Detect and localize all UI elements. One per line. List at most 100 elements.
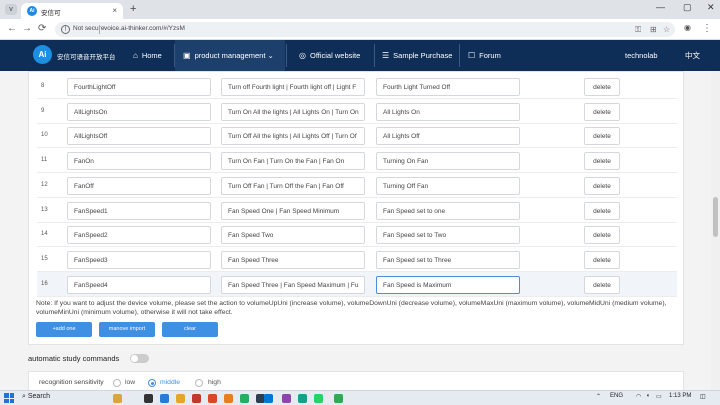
battery-icon[interactable]: ▭ — [656, 393, 662, 400]
page-scrollbar[interactable] — [711, 71, 720, 390]
chrome-icon[interactable] — [240, 394, 249, 403]
voice-phrase-input[interactable]: Fan Speed Two — [221, 226, 365, 244]
ai-thinker-logo[interactable]: Ai — [33, 45, 52, 64]
forward-icon[interactable]: → — [22, 23, 32, 34]
reply-input[interactable]: Turning On Fan — [376, 152, 520, 170]
delete-button[interactable]: delete — [584, 276, 620, 294]
voice-phrase-input[interactable]: Fan Speed Three — [221, 251, 365, 269]
nav-home[interactable]: ⌂ Home — [125, 40, 170, 71]
task-view-icon[interactable] — [144, 394, 153, 403]
voice-phrase-input[interactable]: Turn off Fourth light | Fourth light off… — [221, 78, 365, 96]
weather-widget-icon[interactable] — [113, 394, 122, 403]
wifi-icon[interactable]: ◠ — [636, 393, 641, 400]
window-close-button[interactable]: ✕ — [707, 2, 715, 13]
window-minimize-button[interactable]: — — [656, 2, 665, 12]
delete-button[interactable]: delete — [584, 202, 620, 220]
nav-sample-purchase[interactable]: ☰ Sample Purchase — [374, 40, 460, 71]
notification-icon[interactable]: ◫ — [700, 393, 706, 400]
nav-product-management[interactable]: ▣ product management ⌄ — [175, 40, 285, 71]
delete-button[interactable]: delete — [584, 103, 620, 121]
action-input[interactable]: FourthLightOff — [67, 78, 211, 96]
reply-input[interactable]: Fourth Light Turned Off — [376, 78, 520, 96]
manual-import-button[interactable]: manove import — [99, 322, 155, 337]
browser-menu-icon[interactable]: ⋮ — [702, 23, 712, 34]
taskbar-search-label: Search — [27, 393, 51, 400]
language-switch[interactable]: 中文 — [677, 40, 708, 71]
nav-forum[interactable]: ☐ Forum — [460, 40, 509, 71]
delete-button[interactable]: delete — [584, 251, 620, 269]
taskbar-search[interactable]: ⌕ Search — [22, 393, 117, 404]
edge-icon[interactable] — [160, 394, 169, 403]
voice-phrase-input[interactable]: Fan Speed Three | Fan Speed Maximum | Fu — [221, 276, 365, 294]
nav-sample-label: Sample Purchase — [393, 51, 453, 60]
action-input[interactable]: FanSpeed2 — [67, 226, 211, 244]
action-input[interactable]: AllLightsOn — [67, 103, 211, 121]
office-icon[interactable] — [208, 394, 217, 403]
volume-note: Note: If you want to adjust the device v… — [36, 300, 667, 316]
voice-phrase-input[interactable]: Turn Off All the lights | All Lights Off… — [221, 127, 365, 145]
nav-official-website[interactable]: ◎ Official website — [291, 40, 368, 71]
sensitivity-high-radio[interactable] — [195, 379, 203, 387]
browser-tab[interactable]: Ai 安信可 × — [21, 3, 123, 19]
reload-icon[interactable]: ⟳ — [38, 23, 46, 34]
reply-input[interactable]: Fan Speed is Maximum — [376, 276, 520, 294]
new-tab-button[interactable]: + — [130, 3, 136, 15]
user-menu[interactable]: technolab — [617, 40, 666, 71]
sensitivity-low-radio[interactable] — [113, 379, 121, 387]
reply-input[interactable]: All Lights On — [376, 103, 520, 121]
url-text[interactable]: voice.ai-thinker.com/#/YzsM — [104, 25, 185, 32]
voice-phrase-input[interactable]: Fan Speed One | Fan Speed Minimum — [221, 202, 365, 220]
delete-button[interactable]: delete — [584, 127, 620, 145]
file-explorer-icon[interactable] — [176, 394, 185, 403]
automatic-study-toggle[interactable] — [130, 354, 149, 363]
sensitivity-middle-radio[interactable] — [148, 379, 156, 387]
action-input[interactable]: FanSpeed1 — [67, 202, 211, 220]
add-one-button[interactable]: +add one — [36, 322, 92, 337]
clock[interactable]: 1:13 PM — [669, 393, 691, 399]
row-number: 10 — [41, 132, 48, 138]
tab-close-icon[interactable]: × — [112, 6, 117, 15]
reply-input[interactable]: Fan Speed set to one — [376, 202, 520, 220]
scrollbar-thumb[interactable] — [713, 197, 718, 237]
translate-icon[interactable]: ⊞ — [650, 25, 657, 34]
action-input[interactable]: FanOff — [67, 177, 211, 195]
app-icon[interactable] — [282, 394, 291, 403]
bookmark-star-icon[interactable]: ☆ — [663, 25, 670, 34]
reply-input[interactable]: All Lights Off — [376, 127, 520, 145]
windows-start-icon[interactable] — [4, 393, 14, 403]
app-icon[interactable] — [192, 394, 201, 403]
address-bar[interactable]: ! Not secure voice.ai-thinker.com/#/YzsM… — [55, 22, 675, 37]
tray-chevron-icon[interactable]: ⌃ — [596, 393, 601, 400]
vscode-icon[interactable] — [264, 394, 273, 403]
delete-button[interactable]: delete — [584, 226, 620, 244]
action-input[interactable]: FanOn — [67, 152, 211, 170]
language-indicator[interactable]: ENG — [610, 393, 623, 399]
tab-actions-button[interactable]: v — [5, 4, 17, 15]
profile-icon[interactable]: ◉ — [684, 23, 691, 32]
sensitivity-low-label[interactable]: low — [125, 379, 135, 386]
sensitivity-middle-label[interactable]: middle — [160, 379, 180, 386]
delete-button[interactable]: delete — [584, 78, 620, 96]
volume-icon[interactable]: ◖ — [646, 393, 650, 399]
chrome-icon[interactable] — [334, 394, 343, 403]
app-icon[interactable] — [298, 394, 307, 403]
back-icon[interactable]: ← — [7, 23, 17, 34]
clear-button[interactable]: clear — [162, 322, 218, 337]
voice-phrase-input[interactable]: Turn On Fan | Turn On the Fan | Fan On — [221, 152, 365, 170]
product-icon: ▣ — [183, 51, 191, 60]
whatsapp-icon[interactable] — [314, 394, 323, 403]
sensitivity-high-label[interactable]: high — [208, 379, 221, 386]
action-input[interactable]: AllLightsOff — [67, 127, 211, 145]
reply-input[interactable]: Fan Speed set to Three — [376, 251, 520, 269]
delete-button[interactable]: delete — [584, 177, 620, 195]
app-icon[interactable] — [224, 394, 233, 403]
delete-button[interactable]: delete — [584, 152, 620, 170]
action-input[interactable]: FanSpeed3 — [67, 251, 211, 269]
key-icon[interactable]: ⚿ — [635, 25, 641, 35]
reply-input[interactable]: Turning Off Fan — [376, 177, 520, 195]
action-input[interactable]: FanSpeed4 — [67, 276, 211, 294]
voice-phrase-input[interactable]: Turn On All the lights | All Lights On |… — [221, 103, 365, 121]
reply-input[interactable]: Fan Speed set to Two — [376, 226, 520, 244]
voice-phrase-input[interactable]: Turn Off Fan | Turn Off the Fan | Fan Of… — [221, 177, 365, 195]
window-maximize-button[interactable]: ▢ — [683, 2, 692, 13]
